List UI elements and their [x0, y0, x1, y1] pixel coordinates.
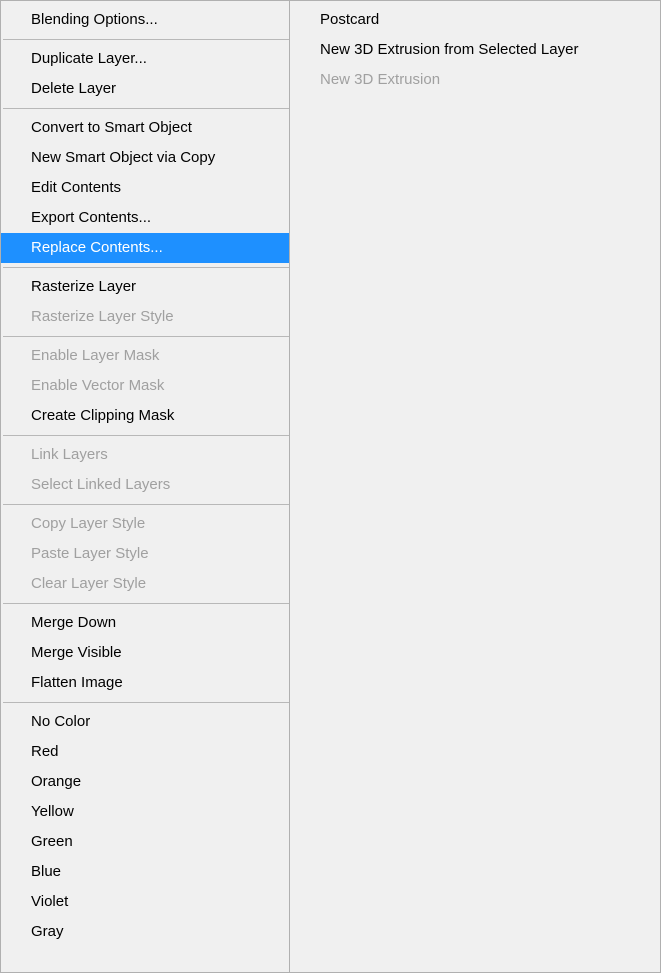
menu-item-flatten-image[interactable]: Flatten Image	[1, 668, 289, 698]
menu-item-export-contents[interactable]: Export Contents...	[1, 203, 289, 233]
menu-item-duplicate-layer[interactable]: Duplicate Layer...	[1, 44, 289, 74]
menu-item-new-3d-extrusion-selected[interactable]: New 3D Extrusion from Selected Layer	[290, 35, 660, 65]
menu-item-merge-down[interactable]: Merge Down	[1, 608, 289, 638]
menu-separator	[3, 603, 289, 604]
menu-item-clear-layer-style: Clear Layer Style	[1, 569, 289, 599]
menu-item-link-layers: Link Layers	[1, 440, 289, 470]
menu-separator	[3, 504, 289, 505]
menu-item-copy-layer-style: Copy Layer Style	[1, 509, 289, 539]
menu-item-rasterize-layer[interactable]: Rasterize Layer	[1, 272, 289, 302]
menu-item-postcard[interactable]: Postcard	[290, 5, 660, 35]
menu-item-green[interactable]: Green	[1, 827, 289, 857]
menu-item-convert-smart-object[interactable]: Convert to Smart Object	[1, 113, 289, 143]
menu-separator	[3, 108, 289, 109]
menu-item-gray[interactable]: Gray	[1, 917, 289, 947]
menu-item-new-smart-object-copy[interactable]: New Smart Object via Copy	[1, 143, 289, 173]
menu-item-replace-contents[interactable]: Replace Contents...	[1, 233, 289, 263]
right-menu-column: Postcard New 3D Extrusion from Selected …	[290, 1, 660, 972]
menu-item-no-color[interactable]: No Color	[1, 707, 289, 737]
menu-item-blending-options[interactable]: Blending Options...	[1, 5, 289, 35]
menu-item-merge-visible[interactable]: Merge Visible	[1, 638, 289, 668]
menu-separator	[3, 39, 289, 40]
menu-item-orange[interactable]: Orange	[1, 767, 289, 797]
menu-item-rasterize-layer-style: Rasterize Layer Style	[1, 302, 289, 332]
left-menu-column: Blending Options... Duplicate Layer... D…	[1, 1, 290, 972]
menu-separator	[3, 336, 289, 337]
menu-item-edit-contents[interactable]: Edit Contents	[1, 173, 289, 203]
menu-item-select-linked-layers: Select Linked Layers	[1, 470, 289, 500]
menu-item-paste-layer-style: Paste Layer Style	[1, 539, 289, 569]
menu-separator	[3, 435, 289, 436]
menu-separator	[3, 702, 289, 703]
menu-item-create-clipping-mask[interactable]: Create Clipping Mask	[1, 401, 289, 431]
menu-item-yellow[interactable]: Yellow	[1, 797, 289, 827]
context-menu-container: Blending Options... Duplicate Layer... D…	[0, 0, 661, 973]
menu-item-enable-vector-mask: Enable Vector Mask	[1, 371, 289, 401]
menu-item-violet[interactable]: Violet	[1, 887, 289, 917]
menu-item-blue[interactable]: Blue	[1, 857, 289, 887]
menu-separator	[3, 267, 289, 268]
menu-item-enable-layer-mask: Enable Layer Mask	[1, 341, 289, 371]
menu-item-new-3d-extrusion: New 3D Extrusion	[290, 65, 660, 95]
menu-item-delete-layer[interactable]: Delete Layer	[1, 74, 289, 104]
menu-item-red[interactable]: Red	[1, 737, 289, 767]
